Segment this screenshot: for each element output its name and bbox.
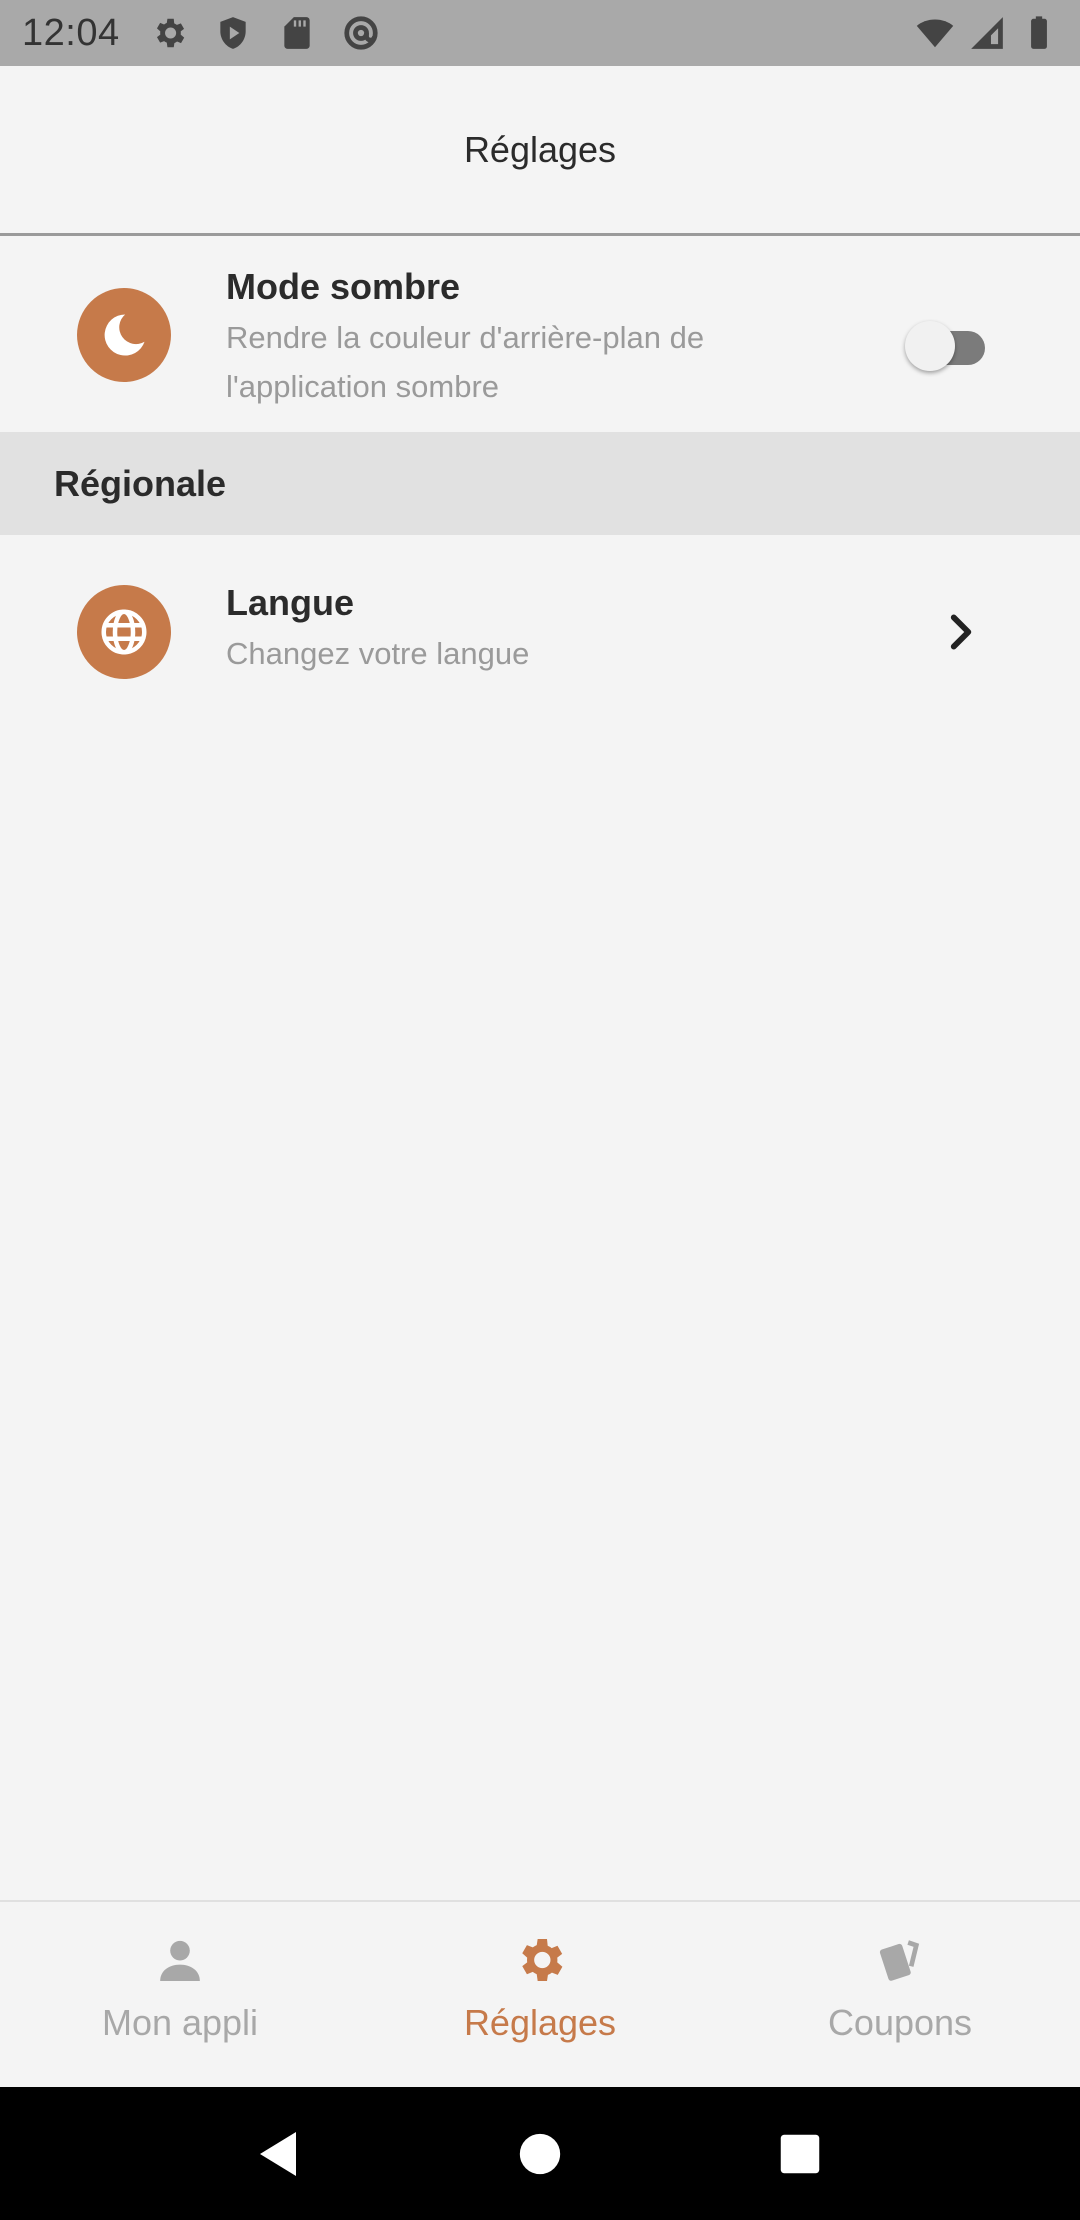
nav-label-coupons: Coupons [827,2002,973,2043]
battery-icon [1031,16,1047,49]
coupons-icon [879,1940,920,1981]
person-icon [160,1940,200,1981]
at-sign-icon [343,16,378,50]
status-bar: 12:04 [0,0,1080,66]
dark-mode-row[interactable]: Mode sombre Rendre la couleur d'arrière-… [0,239,1080,432]
sd-card-icon [283,17,310,49]
status-icons-left [150,14,380,52]
language-row[interactable]: Langue Changez votre langue [0,535,1080,730]
app-header: Réglages [0,66,1080,236]
gear-icon [156,18,184,48]
home-circle-icon [519,2133,561,2174]
nav-label-mon-appli: Mon appli [101,2002,259,2043]
nav-item-coupons[interactable]: Coupons [720,1902,1080,2087]
home-button[interactable] [510,2124,570,2184]
recents-square-icon [780,2134,820,2173]
dark-mode-subtitle: Rendre la couleur d'arrière-plan de l'ap… [226,320,705,404]
back-button[interactable] [250,2124,310,2184]
nav-item-reglages[interactable]: Réglages [360,1902,720,2087]
nav-label-reglages: Réglages [463,2002,617,2043]
moon-icon [77,288,171,382]
settings-gear-icon [522,1939,563,1981]
section-title: Régionale [54,462,227,504]
dark-mode-toggle[interactable] [905,321,989,371]
language-title: Langue [226,582,355,623]
dark-mode-title: Mode sombre [226,266,461,307]
language-subtitle: Changez votre langue [226,636,530,671]
status-icons-right [916,14,1058,52]
back-triangle-icon [260,2131,296,2176]
bottom-nav: Mon appli Réglages Coupons [0,1900,1080,2087]
system-nav-bar [0,2087,1080,2220]
section-header-regional: Régionale [0,432,1080,535]
nav-item-mon-appli[interactable]: Mon appli [0,1902,360,2087]
page-title: Réglages [463,128,617,170]
dark-mode-text: Mode sombre Rendre la couleur d'arrière-… [226,261,786,411]
wifi-icon [916,19,954,48]
chevron-right-icon[interactable] [935,607,985,657]
language-text: Langue Changez votre langue [226,577,529,678]
shield-play-icon [219,17,246,49]
status-time: 12:04 [22,11,120,54]
toggle-knob [905,321,955,371]
recents-button[interactable] [770,2124,830,2184]
globe-icon [77,585,171,679]
signal-icon [971,17,1003,49]
